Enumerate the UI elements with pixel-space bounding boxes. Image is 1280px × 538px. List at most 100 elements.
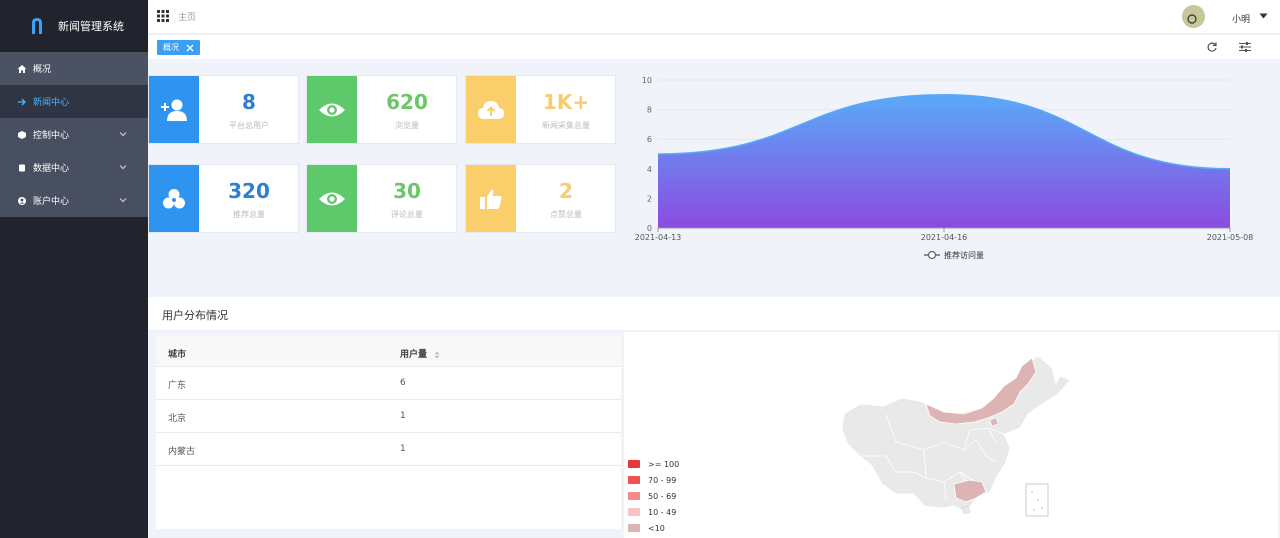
refresh-icon[interactable] — [1206, 41, 1218, 53]
map-legend-item[interactable]: 10 - 49 — [628, 507, 676, 517]
map-legend-item[interactable]: 50 - 69 — [628, 491, 676, 501]
stat-card-likes[interactable]: 2 点赞总量 — [465, 164, 616, 233]
arrow-right-icon — [16, 96, 28, 108]
stat-label: 平台总用户 — [229, 121, 269, 130]
sidebar-item-account-center[interactable]: 账户中心 — [0, 184, 148, 217]
legend-label: >= 100 — [648, 459, 680, 469]
cube-icon — [16, 129, 28, 141]
section-separator — [148, 279, 1280, 297]
column-header-city: 城市 — [168, 350, 187, 360]
stat-card-news-collected[interactable]: 1K+ 新闻采集总量 — [465, 75, 616, 144]
logo-icon — [32, 18, 42, 34]
cell-count: 1 — [400, 444, 406, 454]
table-row: 广东 6 — [156, 367, 621, 400]
sidebar-item-label: 数据中心 — [33, 164, 70, 174]
add-user-icon — [161, 99, 187, 121]
table-header: 城市 用户量 — [156, 336, 621, 367]
stat-icon-box — [466, 165, 516, 232]
eye-icon — [319, 103, 345, 116]
map-legend-item[interactable]: >= 100 — [628, 459, 679, 469]
account-icon — [16, 195, 28, 207]
recommend-visits-chart: 0 2 4 6 8 10 2021-04-13 2021-04-16 2021-05-08 推… — [624, 66, 1264, 271]
cell-count: 6 — [400, 378, 406, 388]
sidebar: 新闻管理系统 概况 新闻中心 控制中心 数据中心 账户中心 — [0, 0, 148, 538]
legend-swatch — [628, 492, 640, 500]
south-china-sea-inset — [1025, 483, 1049, 517]
stat-value: 2 — [559, 179, 573, 203]
tab-bar: 概况 — [148, 35, 1280, 59]
stat-icon-box — [149, 165, 199, 232]
sidebar-item-label: 概况 — [33, 65, 52, 75]
legend-label: 50 - 69 — [648, 491, 677, 501]
thumbs-up-icon — [480, 189, 502, 209]
area-chart: 0 2 4 6 8 10 2021-04-13 2021-04-16 2021-05-08 推… — [635, 76, 1254, 260]
app-title: 新闻管理系统 — [58, 20, 124, 33]
cell-count: 1 — [400, 411, 406, 421]
stat-card-recommendations[interactable]: 320 推荐总量 — [148, 164, 299, 233]
stat-card-comments[interactable]: 30 评论总量 — [306, 164, 457, 233]
stat-icon-box — [307, 165, 357, 232]
stat-label: 点赞总量 — [550, 210, 582, 219]
close-icon[interactable] — [186, 44, 194, 52]
x-tick-label: 2021-04-13 — [635, 233, 682, 242]
sort-icon[interactable] — [434, 351, 440, 359]
map-region-guangdong — [953, 479, 987, 503]
y-tick-label: 8 — [647, 106, 652, 115]
sidebar-item-overview[interactable]: 概况 — [0, 52, 148, 85]
chevron-down-icon — [119, 165, 127, 170]
stat-card-page-views[interactable]: 620 浏览量 — [306, 75, 457, 144]
cluster-icon — [163, 188, 185, 208]
cell-city: 广东 — [168, 381, 187, 391]
cloud-upload-icon — [478, 100, 504, 119]
y-tick-label: 6 — [647, 135, 652, 144]
sidebar-item-data-center[interactable]: 数据中心 — [0, 151, 148, 184]
legend-marker — [927, 250, 937, 260]
sidebar-item-control-center[interactable]: 控制中心 — [0, 118, 148, 151]
avatar[interactable] — [1182, 5, 1205, 28]
sidebar-menu: 概况 新闻中心 控制中心 数据中心 账户中心 — [0, 52, 148, 217]
china-map[interactable] — [624, 332, 1278, 538]
legend-swatch — [628, 476, 640, 484]
stat-label: 评论总量 — [391, 210, 423, 219]
chevron-down-icon — [119, 132, 127, 137]
column-header-users[interactable]: 用户量 — [400, 347, 440, 360]
series-area — [658, 94, 1230, 228]
stat-card-total-users[interactable]: 8 平台总用户 — [148, 75, 299, 144]
stat-icon-box — [149, 76, 199, 143]
database-icon — [16, 162, 28, 174]
eye-icon — [319, 192, 345, 205]
settings-sliders-icon[interactable] — [1238, 41, 1252, 53]
legend-label: <10 — [648, 523, 665, 533]
cell-city: 内蒙古 — [168, 447, 196, 457]
top-bar: 主页 小明 — [148, 0, 1280, 34]
tab-overview[interactable]: 概况 — [157, 40, 200, 55]
table-row: 内蒙古 1 — [156, 433, 621, 466]
china-user-map: >= 100 70 - 99 50 - 69 10 - 49 <10 — [624, 332, 1278, 538]
stat-label: 推荐总量 — [233, 210, 265, 219]
legend-label: 推荐访问量 — [944, 250, 984, 260]
map-legend-item[interactable]: <10 — [628, 523, 665, 533]
apps-grid-icon[interactable] — [157, 10, 169, 22]
stat-value: 320 — [228, 179, 270, 203]
breadcrumb[interactable]: 主页 — [178, 10, 196, 23]
stat-value: 8 — [242, 90, 256, 114]
legend-label: 70 - 99 — [648, 475, 677, 485]
sidebar-item-news-center[interactable]: 新闻中心 — [0, 85, 148, 118]
username[interactable]: 小明 — [1232, 12, 1250, 25]
legend-swatch — [628, 524, 640, 532]
column-header-label: 用户量 — [400, 350, 428, 360]
stat-label: 新闻采集总量 — [542, 121, 590, 130]
caret-down-icon[interactable] — [1259, 12, 1268, 20]
sidebar-item-label: 控制中心 — [33, 131, 70, 141]
x-tick-label: 2021-05-08 — [1207, 233, 1254, 242]
map-legend-item[interactable]: 70 - 99 — [628, 475, 676, 485]
y-tick-label: 2 — [647, 194, 652, 203]
cell-city: 北京 — [168, 414, 187, 424]
stat-icon-box — [466, 76, 516, 143]
legend-swatch — [628, 460, 640, 468]
user-distribution-header: 用户分布情况 — [148, 297, 1280, 331]
stat-label: 浏览量 — [395, 121, 419, 130]
legend-swatch — [628, 508, 640, 516]
section-title: 用户分布情况 — [162, 309, 228, 322]
tab-label: 概况 — [163, 43, 179, 52]
